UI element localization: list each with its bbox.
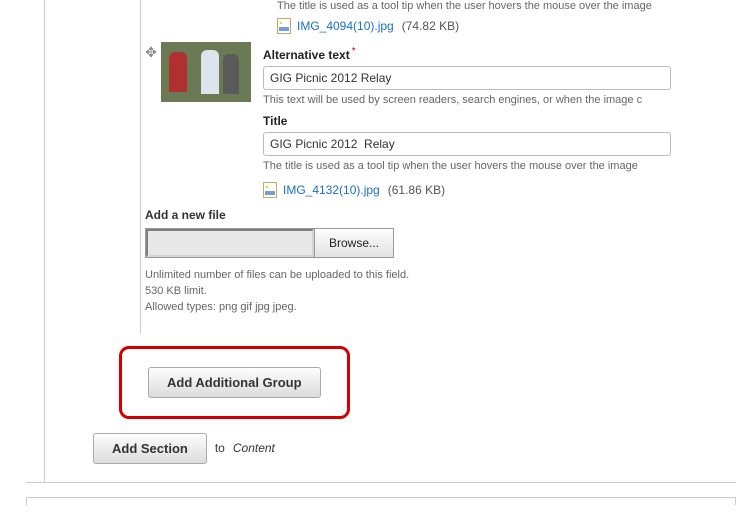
image-thumbnail[interactable]	[161, 42, 251, 102]
file-image-icon	[263, 182, 277, 198]
file-size: (74.82 KB)	[402, 19, 459, 33]
title-input[interactable]	[263, 132, 671, 156]
upload-help-line: Allowed types: png gif jpg jpeg.	[145, 300, 736, 316]
add-group-callout: Add Additional Group	[119, 346, 350, 419]
file-picker: Browse...	[145, 228, 394, 258]
upload-help-line: Unlimited number of files can be uploade…	[145, 268, 736, 284]
file-link[interactable]: IMG_4094(10).jpg	[297, 19, 394, 33]
file-path-box[interactable]	[146, 229, 314, 257]
upload-help-line: 530 KB limit.	[145, 284, 736, 300]
add-file-label: Add a new file	[141, 198, 736, 228]
divider	[26, 482, 736, 483]
title-help-text: The title is used as a tool tip when the…	[277, 0, 736, 12]
add-additional-group-button[interactable]: Add Additional Group	[148, 367, 321, 398]
drag-handle-icon[interactable]: ✥	[141, 42, 161, 61]
file-link[interactable]: IMG_4132(10).jpg	[283, 183, 380, 197]
file-image-icon	[277, 18, 291, 34]
to-text: to	[215, 441, 225, 455]
browse-button[interactable]: Browse...	[314, 229, 393, 257]
panel-top-edge	[26, 497, 736, 505]
alt-help-text: This text will be used by screen readers…	[263, 94, 736, 106]
file-size: (61.86 KB)	[388, 183, 445, 197]
title-help-text: The title is used as a tool tip when the…	[263, 160, 736, 172]
add-section-button[interactable]: Add Section	[93, 433, 207, 464]
required-star-icon: *	[352, 46, 356, 57]
title-label: Title	[263, 114, 287, 128]
alt-text-input[interactable]	[263, 66, 671, 90]
content-target-text: Content	[233, 441, 275, 455]
alt-text-label: Alternative text	[263, 48, 350, 62]
